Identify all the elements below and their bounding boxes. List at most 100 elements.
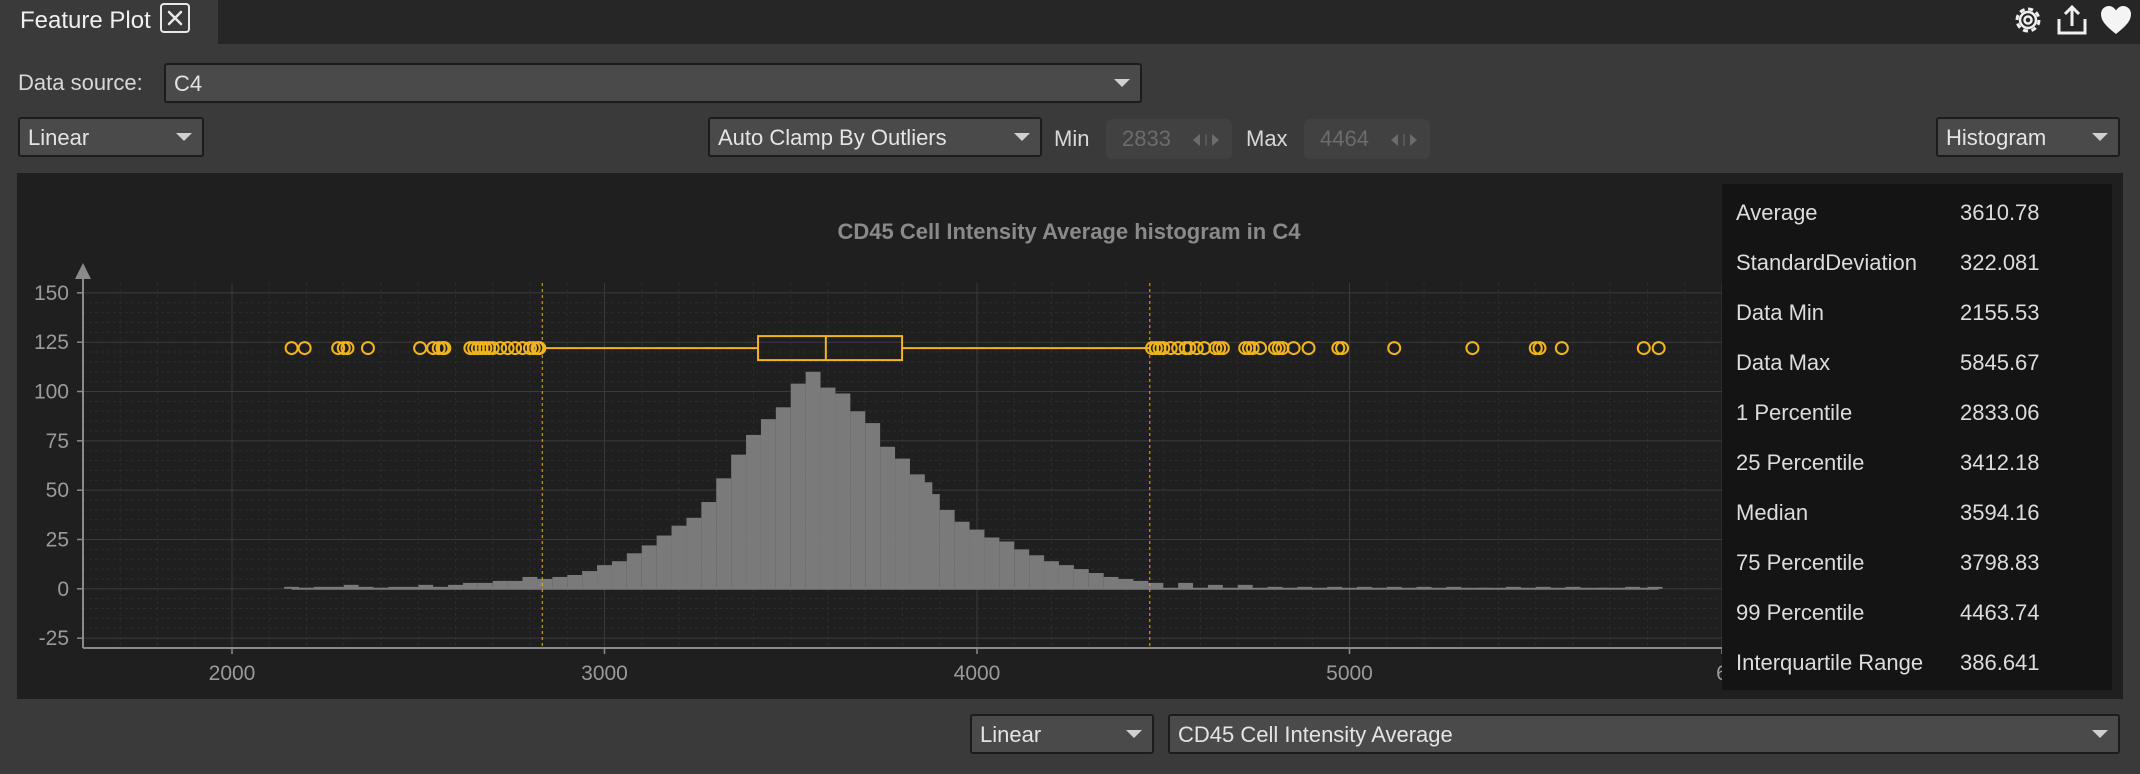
statistics-panel: Average 3610.78 StandardDeviation 322.081 … [1722, 184, 2112, 690]
histogram-bar [805, 371, 821, 589]
histogram-bar [731, 454, 747, 589]
histogram-bar [537, 578, 553, 589]
min-label: Min [1054, 126, 1090, 151]
stat-name: 99 Percentile [1736, 600, 1865, 625]
histogram-bar [686, 517, 702, 589]
chevron-down-icon [2092, 730, 2108, 738]
min-spinbox[interactable]: 2833 [1106, 119, 1232, 159]
histogram-bar [746, 434, 761, 589]
chart-title: CD45 Cell Intensity Average histogram in… [838, 219, 1302, 244]
histogram-bar [760, 419, 776, 589]
stat-value: 2155.53 [1960, 300, 2040, 325]
tab-feature-plot[interactable]: Feature Plot [0, 0, 218, 44]
spin-arrows-icon[interactable] [1388, 133, 1420, 147]
histogram-bar [507, 580, 523, 589]
y-tick-label: 0 [57, 578, 69, 601]
histogram-bar [1044, 561, 1059, 589]
y-tick-label: 125 [34, 331, 69, 354]
y-axis-arrow [75, 263, 91, 279]
histogram-bar [820, 387, 836, 589]
histogram-bar [835, 393, 851, 589]
stat-name: Average [1736, 200, 1818, 225]
histogram-bar [701, 502, 717, 589]
histogram-bar [611, 561, 627, 589]
chevron-down-icon [2092, 133, 2108, 141]
tab-title: Feature Plot [20, 7, 151, 34]
histogram-bar [522, 576, 538, 589]
stat-name: 25 Percentile [1736, 450, 1865, 475]
stat-value: 3798.83 [1960, 550, 2040, 575]
histogram-bar [1014, 549, 1030, 589]
clamp-mode-dropdown[interactable]: Auto Clamp By Outliers [708, 117, 1042, 157]
histogram-bar [790, 383, 806, 589]
stat-name: Data Min [1736, 300, 1825, 325]
stat-value: 322.081 [1960, 250, 2040, 275]
stat-value: 5845.67 [1960, 350, 2040, 375]
stat-value: 3594.16 [1960, 500, 2040, 525]
stat-name: StandardDeviation [1736, 250, 1918, 275]
histogram-bar [1103, 576, 1119, 589]
x-tick-label: 2000 [209, 662, 256, 685]
histogram-bar [671, 525, 687, 589]
min-value: 2833 [1122, 126, 1171, 151]
data-source-dropdown[interactable]: C4 [164, 63, 1142, 103]
y-tick-label: 50 [46, 479, 69, 502]
stat-value: 2833.06 [1960, 400, 2040, 425]
plot-type-dropdown[interactable]: Histogram [1936, 117, 2120, 157]
chevron-down-icon [1114, 79, 1130, 87]
outlier-point [284, 341, 299, 356]
histogram-bar [775, 407, 791, 589]
y-scale-dropdown[interactable]: Linear [18, 117, 204, 157]
histogram-bar [865, 423, 881, 589]
histogram-bar [1088, 573, 1104, 589]
y-tick-label: 75 [46, 430, 69, 453]
histogram-bar [1073, 569, 1089, 589]
boxplot-box [757, 335, 904, 362]
histogram-bar [1118, 578, 1134, 589]
outlier-point [297, 341, 312, 356]
stat-value: 386.641 [1960, 650, 2040, 675]
chevron-down-icon [1126, 730, 1142, 738]
max-spinbox[interactable]: 4464 [1304, 119, 1430, 159]
histogram-bar [999, 541, 1015, 589]
spin-arrows-icon[interactable] [1190, 133, 1222, 147]
histogram-bar [954, 521, 970, 589]
histogram-bar [716, 478, 732, 589]
stat-name: Median [1736, 500, 1809, 525]
histogram-bar [597, 565, 612, 589]
close-icon[interactable] [160, 3, 190, 33]
x-tick-label: 5000 [1326, 662, 1373, 685]
histogram-bar [656, 535, 672, 589]
histogram-bar [924, 494, 940, 589]
x-scale-value: Linear [980, 722, 1042, 747]
histogram-bar [850, 411, 866, 589]
stat-value: 3412.18 [1960, 450, 2040, 475]
histogram-bar [492, 580, 508, 589]
heart-icon[interactable] [2098, 2, 2134, 38]
stat-value: 3610.78 [1960, 200, 2040, 225]
export-icon[interactable] [2054, 2, 2090, 38]
histogram-bar [641, 545, 657, 589]
x-tick-label: 4000 [954, 662, 1001, 685]
histogram-bar [552, 576, 568, 589]
x-scale-dropdown[interactable]: Linear [970, 714, 1154, 754]
y-tick-label: -25 [39, 627, 69, 650]
histogram-bar [1029, 555, 1045, 589]
feature-value: CD45 Cell Intensity Average [1178, 722, 1453, 747]
chevron-down-icon [176, 133, 192, 141]
histogram-chart[interactable]: CD45 Cell Intensity Average histogram in… [17, 173, 1728, 699]
stat-name: 75 Percentile [1736, 550, 1865, 575]
histogram-bar [895, 458, 910, 589]
outlier-point [1651, 341, 1666, 356]
histogram-bar [939, 509, 955, 589]
chevron-down-icon [1014, 133, 1030, 141]
histogram-bar [582, 571, 598, 589]
title-bar: Feature Plot [0, 0, 2140, 44]
max-value: 4464 [1320, 126, 1369, 151]
histogram-bar [567, 575, 583, 589]
y-tick-label: 25 [46, 528, 69, 551]
y-scale-value: Linear [28, 125, 90, 150]
feature-dropdown[interactable]: CD45 Cell Intensity Average [1168, 714, 2120, 754]
gear-icon[interactable] [2010, 2, 2046, 38]
histogram-bar [984, 537, 1000, 589]
